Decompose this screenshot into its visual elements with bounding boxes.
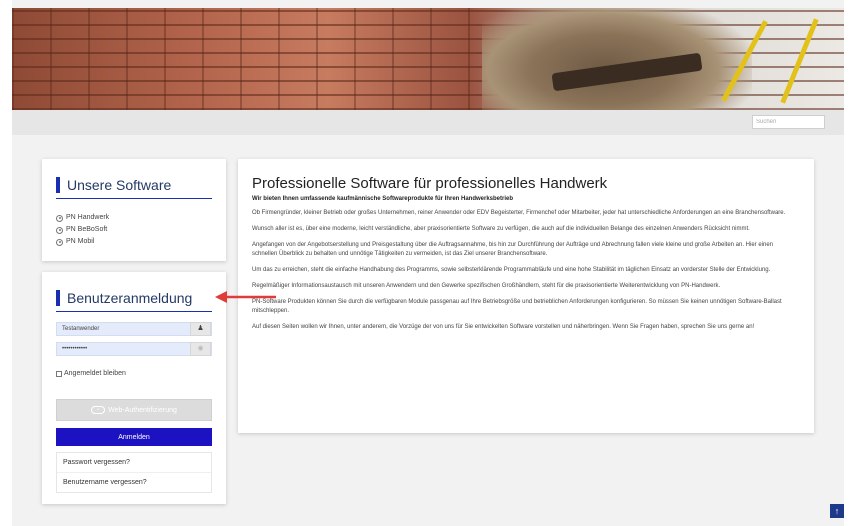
remember-checkbox[interactable]	[56, 370, 62, 377]
remember-label: Angemeldet bleiben	[64, 370, 126, 377]
circle-icon	[56, 226, 63, 234]
paragraph: Um das zu erreichen, steht die einfache …	[252, 267, 771, 273]
paragraph: Auf diesen Seiten wollen wir Ihnen, unte…	[252, 324, 755, 330]
paragraph: PN-Software Produkten können Sie durch d…	[252, 299, 782, 314]
fingerprint-icon: •	[91, 406, 106, 414]
page: Unsere Software PN Handwerk PN BeBoSoft …	[12, 0, 844, 526]
page-subtitle: Wir bieten Ihnen umfassende kaufmännisch…	[252, 196, 513, 202]
web-auth-button[interactable]: • Web-Authentifizierung	[56, 399, 212, 421]
remember-me[interactable]: Angemeldet bleiben	[56, 370, 212, 377]
software-title: Unsere Software	[56, 177, 212, 193]
login-box: Benutzeranmeldung Testanwender ♟ •••••••…	[42, 272, 226, 504]
paragraph: Wunsch aller ist es, über eine moderne, …	[252, 226, 750, 232]
web-auth-label: Web-Authentifizierung	[108, 406, 177, 414]
software-item[interactable]: PN Handwerk	[56, 212, 212, 224]
red-arrow-annotation	[215, 291, 276, 303]
forgot-password-link[interactable]: Passwort vergessen?	[57, 453, 211, 473]
password-field[interactable]: •••••••••••• ◉	[56, 342, 212, 356]
search-input[interactable]	[752, 115, 825, 129]
hero-banner-image	[12, 8, 844, 110]
page-title: Professionelle Software für professionel…	[252, 175, 608, 192]
search-bar	[12, 110, 844, 135]
software-item[interactable]: PN Mobil	[56, 236, 212, 248]
software-list: PN Handwerk PN BeBoSoft PN Mobil	[56, 212, 212, 248]
user-icon: ♟	[190, 322, 211, 336]
login-button[interactable]: Anmelden	[56, 428, 212, 446]
software-item[interactable]: PN BeBoSoft	[56, 224, 212, 236]
circle-icon	[56, 238, 63, 246]
login-links: Passwort vergessen? Benutzername vergess…	[56, 452, 212, 493]
arrow-up-icon: ↑	[834, 506, 840, 516]
circle-icon	[56, 214, 63, 222]
paragraph: Regelmäßiger Informationsaustausch mit u…	[252, 283, 721, 289]
username-field[interactable]: Testanwender ♟	[56, 322, 212, 336]
title-divider	[56, 198, 212, 199]
username-value: Testanwender	[62, 326, 100, 332]
paragraph: Angefangen von der Angebotserstellung un…	[252, 242, 774, 257]
scroll-top-button[interactable]: ↑	[830, 504, 844, 518]
eye-icon[interactable]: ◉	[190, 342, 211, 356]
paragraph: Ob Firmengründer, kleiner Betrieb oder g…	[252, 210, 786, 216]
software-box: Unsere Software PN Handwerk PN BeBoSoft …	[42, 159, 226, 261]
main-content: Professionelle Software für professionel…	[238, 159, 814, 433]
title-divider	[56, 311, 212, 312]
login-title: Benutzeranmeldung	[56, 290, 212, 306]
password-value: ••••••••••••	[62, 346, 88, 352]
forgot-username-link[interactable]: Benutzername vergessen?	[57, 473, 211, 492]
